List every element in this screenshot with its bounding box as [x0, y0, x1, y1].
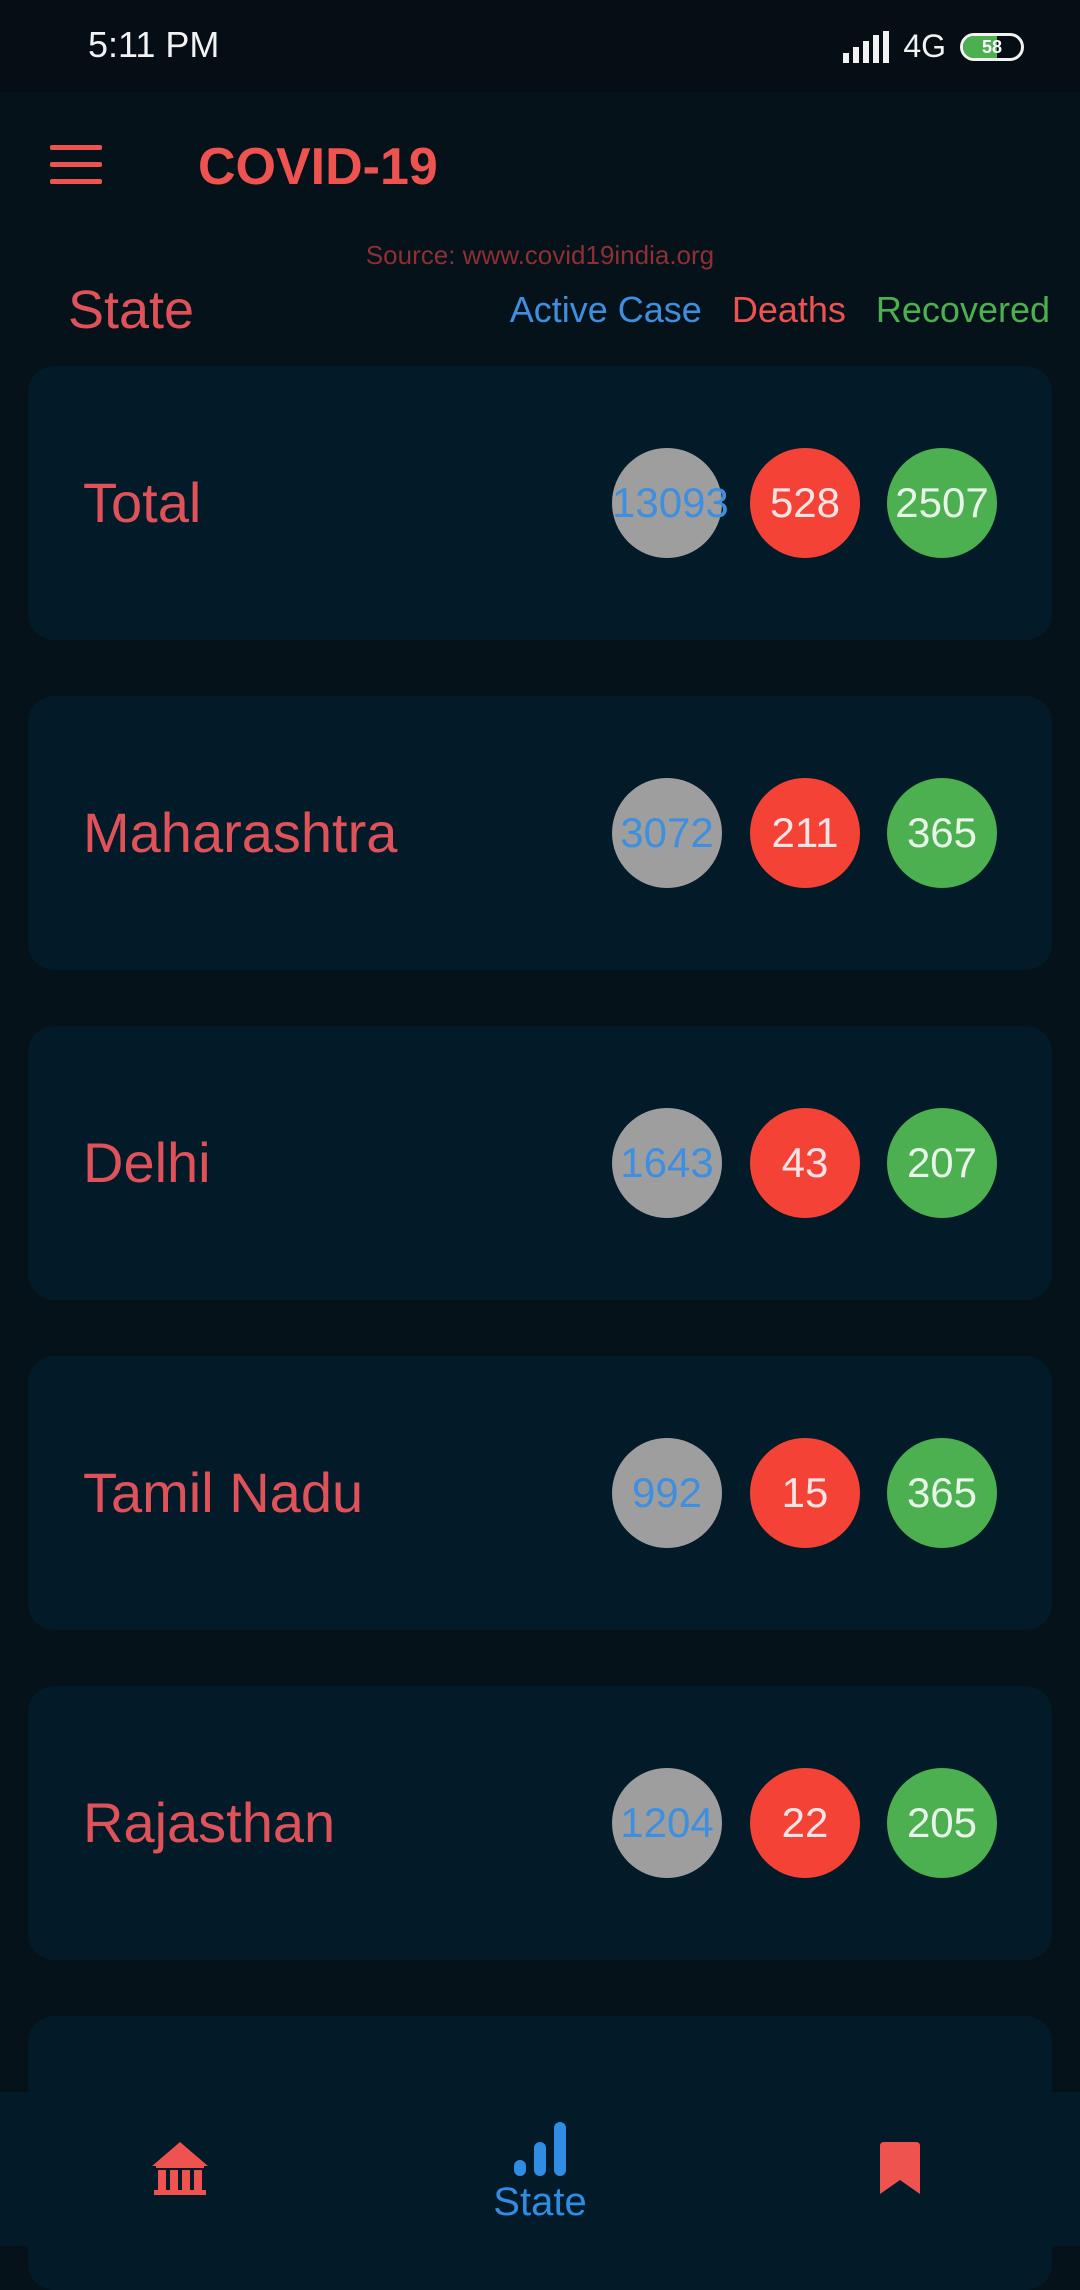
state-card-tamil-nadu[interactable]: Tamil Nadu 992 15 365	[28, 1356, 1052, 1630]
state-card-total[interactable]: Total 13093 528 2507	[28, 366, 1052, 640]
legend-recovered: Recovered	[875, 289, 1050, 330]
active-case-count: 992	[612, 1438, 722, 1548]
app-bar: COVID-19	[0, 92, 1080, 242]
active-case-count: 1643	[612, 1108, 722, 1218]
bar-chart-icon	[514, 2122, 566, 2176]
recovered-count: 205	[887, 1768, 997, 1878]
list-header: State Active Case Deaths Recovered	[0, 275, 1080, 345]
recovered-count: 207	[887, 1108, 997, 1218]
signal-icon	[843, 30, 890, 63]
recovered-count: 365	[887, 1438, 997, 1548]
deaths-count: 15	[750, 1438, 860, 1548]
app-title: COVID-19	[198, 138, 438, 196]
bottom-navigation: State	[0, 2092, 1080, 2246]
deaths-count: 528	[750, 448, 860, 558]
deaths-count: 22	[750, 1768, 860, 1878]
state-heading: State	[68, 280, 195, 340]
state-card-delhi[interactable]: Delhi 1643 43 207	[28, 1026, 1052, 1300]
status-indicators: 4G 58	[843, 28, 1024, 65]
state-name: Tamil Nadu	[83, 1461, 364, 1524]
nav-home[interactable]	[80, 2092, 280, 2246]
legend-deaths: Deaths	[731, 289, 846, 330]
active-case-count: 13093	[612, 448, 729, 558]
home-icon	[152, 2142, 208, 2195]
state-name: Delhi	[83, 1131, 211, 1194]
state-name: Rajasthan	[83, 1791, 336, 1854]
nav-bookmark[interactable]	[800, 2092, 1000, 2246]
nav-state-label: State	[493, 2180, 587, 2224]
deaths-count: 43	[750, 1108, 860, 1218]
battery-percent: 58	[981, 36, 1003, 57]
deaths-count: 211	[750, 778, 860, 888]
network-type: 4G	[903, 28, 946, 64]
battery-icon: 58	[960, 32, 1024, 61]
recovered-count: 2507	[887, 448, 997, 558]
source-text: Source: www.covid19india.org	[365, 240, 715, 270]
menu-icon[interactable]	[50, 145, 102, 185]
legend-active-case: Active Case	[509, 289, 702, 330]
state-card-rajasthan[interactable]: Rajasthan 1204 22 205	[28, 1686, 1052, 1960]
state-name: Total	[83, 471, 202, 534]
status-bar: 5:11 PM 4G 58	[0, 0, 1080, 92]
state-card-maharashtra[interactable]: Maharashtra 3072 211 365	[28, 696, 1052, 970]
legend: Active Case Deaths Recovered	[510, 289, 1050, 331]
active-case-count: 1204	[612, 1768, 722, 1878]
active-case-count: 3072	[612, 778, 722, 888]
nav-state[interactable]: State	[440, 2092, 640, 2246]
recovered-count: 365	[887, 778, 997, 888]
bookmark-icon	[880, 2142, 920, 2194]
state-name: Maharashtra	[83, 801, 398, 864]
status-time: 5:11 PM	[88, 24, 220, 65]
